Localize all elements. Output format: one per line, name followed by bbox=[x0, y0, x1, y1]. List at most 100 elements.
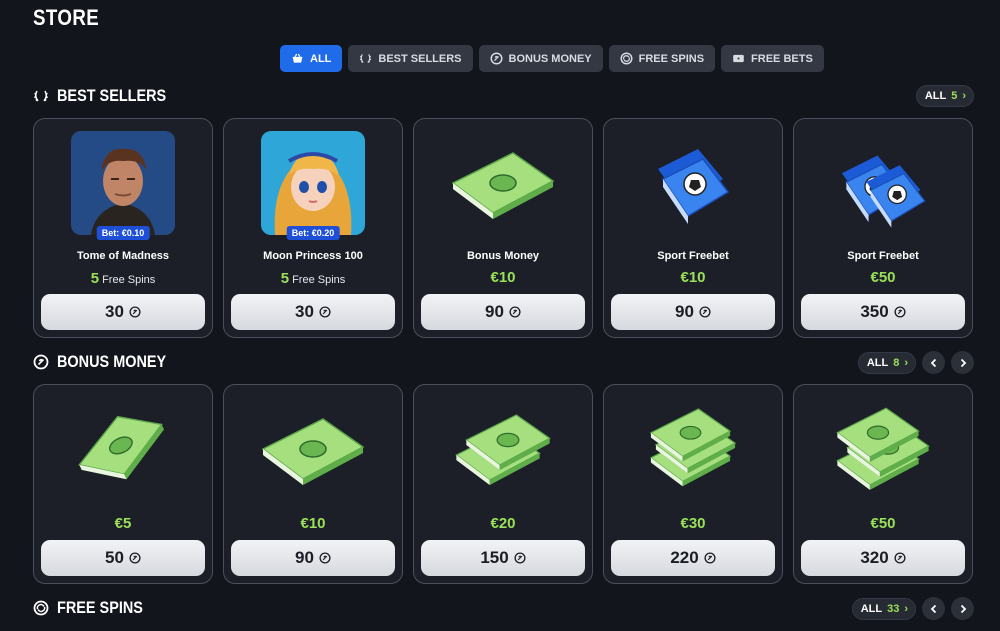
chevron-right-icon: › bbox=[904, 356, 908, 369]
product-value: €30 bbox=[680, 515, 706, 532]
product-value: €10 bbox=[490, 269, 516, 286]
cost: 30 bbox=[295, 302, 314, 321]
best-sellers-grid: Bet: €0.10 Tome of Madness 5 Free Spins 3… bbox=[33, 118, 973, 338]
money-stack-image bbox=[253, 415, 373, 500]
spins-label: Free Spins bbox=[292, 274, 346, 286]
coin-icon bbox=[129, 306, 141, 318]
product-value: €5 bbox=[114, 515, 132, 532]
chevron-right-icon: › bbox=[904, 602, 908, 615]
product-card[interactable]: Sport Freebet €50 350 bbox=[793, 118, 973, 338]
filter-bar: ALL BEST SELLERS BONUS MONEY FREE SPINS … bbox=[280, 45, 824, 72]
coin-icon bbox=[699, 306, 711, 318]
cost: 90 bbox=[295, 548, 314, 567]
bonus-money-grid: €5 50 €10 90 €20 150 €30 220 €50 320 bbox=[33, 384, 973, 584]
product-value: €50 bbox=[870, 515, 896, 532]
filter-label: ALL bbox=[310, 52, 332, 65]
product-value: €50 bbox=[870, 269, 896, 286]
cost: 90 bbox=[675, 302, 694, 321]
ticket-icon bbox=[732, 52, 745, 65]
spins-number: 5 bbox=[90, 270, 100, 287]
product-card[interactable]: €30 220 bbox=[603, 384, 783, 584]
chevron-right-icon: › bbox=[962, 90, 966, 102]
filter-free-bets-button[interactable]: FREE BETS bbox=[721, 45, 824, 72]
product-card[interactable]: Bonus Money €10 90 bbox=[413, 118, 593, 338]
filter-label: BONUS MONEY bbox=[508, 52, 592, 65]
product-name: Moon Princess 100 bbox=[263, 250, 363, 262]
product-name: Tome of Madness bbox=[76, 250, 170, 262]
product-card[interactable]: €50 320 bbox=[793, 384, 973, 584]
money-stack-image bbox=[643, 405, 743, 505]
buy-button[interactable]: 220 bbox=[611, 540, 775, 576]
tome-of-madness-image bbox=[71, 131, 175, 235]
product-card[interactable]: Sport Freebet €10 90 bbox=[603, 118, 783, 338]
filter-free-spins-button[interactable]: FREE SPINS bbox=[608, 45, 716, 72]
buy-button[interactable]: 30 bbox=[231, 294, 395, 330]
spin-icon bbox=[33, 600, 49, 616]
cost: 320 bbox=[860, 548, 889, 567]
free-spins-count: 5 Free Spins bbox=[224, 270, 402, 287]
product-card[interactable]: €5 50 bbox=[33, 384, 213, 584]
cost: 150 bbox=[480, 548, 509, 567]
bonus-money-controls: ALL 8 › bbox=[857, 351, 974, 374]
free-spins-header: FREE SPINS bbox=[33, 598, 158, 618]
product-name: Sport Freebet bbox=[847, 250, 919, 262]
coin-icon bbox=[490, 52, 503, 65]
buy-button[interactable]: 90 bbox=[421, 294, 585, 330]
freebet-stack-image bbox=[828, 141, 938, 241]
money-stack-image bbox=[443, 149, 563, 234]
count-badge: 8 bbox=[893, 356, 900, 369]
buy-button[interactable]: 50 bbox=[41, 540, 205, 576]
buy-button[interactable]: 150 bbox=[421, 540, 585, 576]
best-sellers-all-button[interactable]: ALL 5 › bbox=[915, 85, 974, 107]
buy-button[interactable]: 320 bbox=[801, 540, 965, 576]
product-card[interactable]: €20 150 bbox=[413, 384, 593, 584]
cost: 90 bbox=[485, 302, 504, 321]
game-thumbnail bbox=[71, 131, 175, 235]
previous-button[interactable] bbox=[922, 597, 945, 620]
buy-button[interactable]: 350 bbox=[801, 294, 965, 330]
coin-icon bbox=[514, 552, 526, 564]
bonus-money-all-button[interactable]: ALL 8 › bbox=[857, 351, 916, 374]
bet-badge: Bet: €0.20 bbox=[286, 226, 340, 240]
product-card[interactable]: Bet: €0.20 Moon Princess 100 5 Free Spins… bbox=[223, 118, 403, 338]
best-sellers-header: BEST SELLERS bbox=[33, 86, 185, 106]
previous-button[interactable] bbox=[922, 351, 945, 374]
cost: 50 bbox=[105, 548, 124, 567]
filter-best-sellers-button[interactable]: BEST SELLERS bbox=[348, 45, 473, 72]
filter-bonus-money-button[interactable]: BONUS MONEY bbox=[478, 45, 603, 72]
section-title: BONUS MONEY bbox=[57, 352, 167, 371]
coin-icon bbox=[319, 552, 331, 564]
game-thumbnail bbox=[261, 131, 365, 235]
count-badge: 5 bbox=[951, 90, 958, 102]
buy-button[interactable]: 90 bbox=[611, 294, 775, 330]
product-value: €20 bbox=[490, 515, 516, 532]
coin-icon bbox=[33, 354, 49, 370]
chevron-left-icon bbox=[929, 358, 939, 368]
chevron-right-icon bbox=[958, 604, 968, 614]
filter-label: FREE BETS bbox=[751, 52, 813, 65]
all-label: ALL bbox=[866, 356, 889, 369]
coin-icon bbox=[894, 306, 906, 318]
next-button[interactable] bbox=[951, 351, 974, 374]
all-label: ALL bbox=[860, 602, 883, 615]
filter-label: BEST SELLERS bbox=[378, 52, 462, 65]
spins-label: Free Spins bbox=[102, 274, 156, 286]
money-stack-image bbox=[67, 400, 178, 503]
filter-all-button[interactable]: ALL bbox=[280, 45, 343, 72]
product-value: €10 bbox=[300, 515, 326, 532]
cost: 30 bbox=[105, 302, 124, 321]
next-button[interactable] bbox=[951, 597, 974, 620]
product-card[interactable]: Bet: €0.10 Tome of Madness 5 Free Spins 3… bbox=[33, 118, 213, 338]
buy-button[interactable]: 30 bbox=[41, 294, 205, 330]
free-spins-all-button[interactable]: ALL 33 › bbox=[851, 597, 916, 620]
section-title: BEST SELLERS bbox=[57, 86, 167, 105]
section-title: FREE SPINS bbox=[57, 598, 143, 617]
buy-button[interactable]: 90 bbox=[231, 540, 395, 576]
cost: 350 bbox=[860, 302, 889, 321]
coin-icon bbox=[319, 306, 331, 318]
bet-badge: Bet: €0.10 bbox=[96, 226, 150, 240]
coin-icon bbox=[704, 552, 716, 564]
chevron-right-icon bbox=[958, 358, 968, 368]
best-sellers-controls: ALL 5 › bbox=[915, 85, 974, 107]
product-card[interactable]: €10 90 bbox=[223, 384, 403, 584]
